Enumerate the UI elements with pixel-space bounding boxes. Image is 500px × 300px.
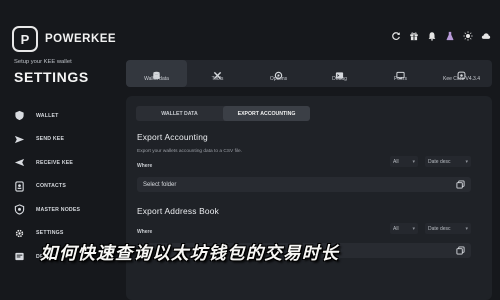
sidebar-item-send-kee[interactable]: SEND KEE <box>12 128 112 152</box>
brand[interactable]: P POWERKEE <box>12 26 116 52</box>
export-address-book-where-label: Where <box>137 229 153 235</box>
overlay-caption: 如何快速查询以太坊钱包的交易时长 <box>40 244 340 264</box>
tools-icon <box>213 65 222 80</box>
chevron-down-icon: ▾ <box>412 158 415 165</box>
accounting-filter-select[interactable]: All ▾ <box>390 156 418 167</box>
options-icon <box>274 65 283 80</box>
tab-label: Tools <box>211 76 224 82</box>
export-address-book-title: Export Address Book <box>137 206 220 216</box>
send-arrow-icon <box>12 132 26 146</box>
terminal-icon <box>335 65 344 79</box>
wallet-data-panel: WALLET DATA EXPORT ACCOUNTING Export Acc… <box>126 96 492 300</box>
tab-debug[interactable]: Debug <box>309 60 370 87</box>
tab-options[interactable]: Options <box>248 60 309 87</box>
gift-icon[interactable] <box>408 30 420 42</box>
export-accounting-where-label: Where <box>137 163 153 169</box>
subtab-bar: WALLET DATA EXPORT ACCOUNTING <box>136 106 310 121</box>
sort-value: Date desc <box>428 158 451 165</box>
sidebar-item-label: CONTACTS <box>36 183 67 190</box>
address-book-filter-select[interactable]: All ▾ <box>390 223 418 234</box>
gear-icon <box>12 226 26 240</box>
copy-icon[interactable] <box>455 246 465 256</box>
console-icon <box>12 250 26 264</box>
sidebar-item-label: RECEIVE KEE <box>36 159 74 166</box>
chevron-down-icon: ▾ <box>465 158 468 165</box>
peers-icon <box>396 65 405 80</box>
refresh-icon[interactable] <box>390 30 402 42</box>
toolbar-icons <box>390 30 492 42</box>
page-title: SETTINGS <box>14 69 89 85</box>
sidebar-item-contacts[interactable]: CONTACTS <box>12 175 112 199</box>
sort-value: Date desc <box>428 225 451 232</box>
sidebar-item-receive-kee[interactable]: RECEIVE KEE <box>12 151 112 175</box>
brightness-icon[interactable] <box>462 30 474 42</box>
tab-peers[interactable]: Peers <box>370 60 431 87</box>
receive-arrow-icon <box>12 156 26 170</box>
chevron-down-icon: ▾ <box>465 225 468 232</box>
accounting-folder-field[interactable]: Select folder <box>137 177 471 192</box>
subtab-export-accounting[interactable]: EXPORT ACCOUNTING <box>223 106 310 121</box>
kee-core-icon <box>457 65 466 80</box>
flask-icon[interactable] <box>444 30 456 42</box>
sidebar-item-master-nodes[interactable]: MASTER NODES <box>12 198 112 222</box>
sidebar-item-label: WALLET <box>36 112 59 119</box>
brand-name: POWERKEE <box>45 33 117 45</box>
cloud-icon[interactable] <box>480 30 492 42</box>
bell-icon[interactable] <box>426 30 438 42</box>
chevron-down-icon: ▾ <box>412 225 415 232</box>
shield-icon <box>12 109 26 123</box>
tab-label: Wallet data <box>144 76 169 82</box>
sidebar-item-label: SEND KEE <box>36 136 65 143</box>
tab-tools[interactable]: Tools <box>187 60 248 87</box>
copy-icon[interactable] <box>455 180 465 190</box>
brand-logo: P <box>12 26 38 52</box>
tab-label: Debug <box>332 76 347 82</box>
export-accounting-description: Export your wallets accounting data to a… <box>137 149 243 154</box>
accounting-sort-select[interactable]: Date desc ▾ <box>425 156 471 167</box>
address-book-sort-select[interactable]: Date desc ▾ <box>425 223 471 234</box>
brand-logo-letter: P <box>20 31 30 47</box>
filter-value: All <box>393 225 399 232</box>
folder-field-text: Select folder <box>143 181 177 188</box>
export-accounting-title: Export Accounting <box>137 132 208 142</box>
sidebar-item-wallet[interactable]: WALLET <box>12 104 112 128</box>
setup-subtitle: Setup your KEE wallet <box>14 59 72 65</box>
tab-label: Options <box>269 76 288 82</box>
node-shield-icon <box>12 203 26 217</box>
settings-tabbar: Wallet data Tools Options Debug Peers Ke… <box>126 60 492 87</box>
filter-value: All <box>393 158 399 165</box>
tab-label: Kee Core V4.3.4 <box>443 76 480 82</box>
tab-wallet-data[interactable]: Wallet data <box>126 60 187 87</box>
sidebar-item-label: MASTER NODES <box>36 206 81 213</box>
tab-kee-core[interactable]: Kee Core V4.3.4 <box>431 60 492 87</box>
sidebar-item-label: SETTINGS <box>36 230 64 237</box>
tab-label: Peers <box>393 76 408 82</box>
subtab-wallet-data[interactable]: WALLET DATA <box>136 106 223 121</box>
contact-card-icon <box>12 179 26 193</box>
database-icon <box>152 65 161 80</box>
